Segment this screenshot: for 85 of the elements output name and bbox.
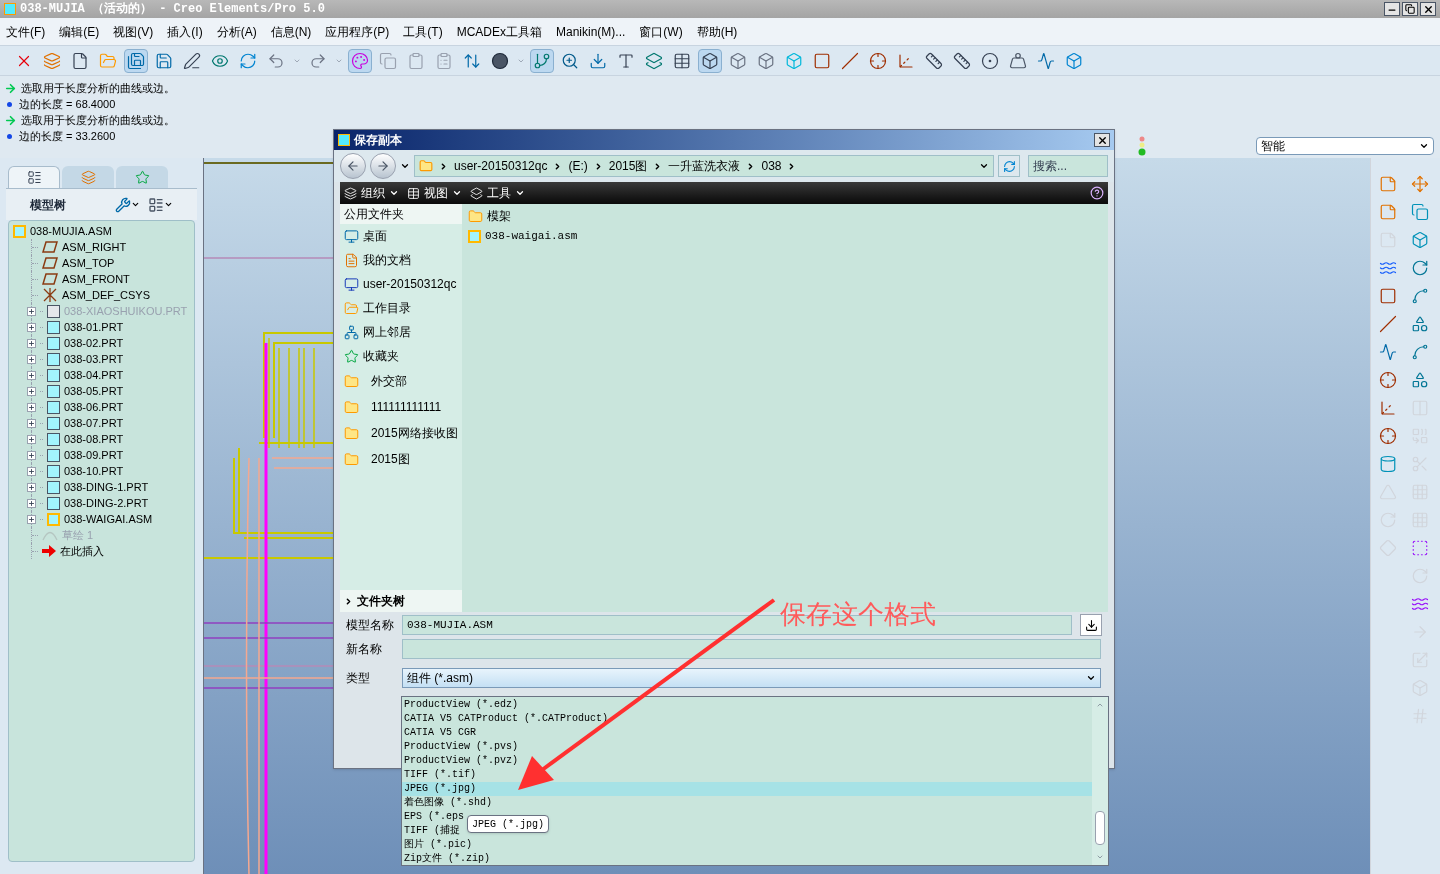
type-option[interactable]: 图片 (*.pic)	[402, 838, 474, 852]
tree-item[interactable]: 038-06.PRT	[64, 398, 124, 416]
tooltip: JPEG (*.jpg)	[467, 815, 549, 833]
places-item[interactable]: 工作目录	[340, 296, 462, 320]
field-label: 类型	[346, 670, 371, 687]
tree-item[interactable]: 038-DING-2.PRT	[64, 494, 149, 512]
command-button[interactable]: 工具	[470, 184, 525, 202]
places-item[interactable]: 外交部	[340, 368, 462, 394]
tree-item[interactable]: 038-01.PRT	[64, 318, 124, 336]
file-item[interactable]: 模架	[468, 206, 1108, 226]
dropdown-value: 组件 (*.asm)	[407, 670, 473, 687]
panel-title: 模型树	[30, 196, 66, 214]
places-item[interactable]: 收藏夹	[340, 344, 462, 368]
type-option[interactable]: TIFF (*.tif)	[402, 768, 478, 782]
tree-item[interactable]: ASM_DEF_CSYS	[62, 286, 151, 304]
filter-dropdown[interactable]: 智能	[1256, 137, 1434, 155]
tree-item[interactable]: 038-WAIGAI.ASM	[64, 510, 153, 528]
places-item[interactable]: 我的文档	[340, 248, 462, 272]
menu-item[interactable]: 工具(T)	[403, 22, 443, 41]
breadcrumb[interactable]: 一升蓝洗衣液	[668, 157, 741, 175]
places-item[interactable]: 2015图	[340, 446, 462, 472]
breadcrumb[interactable]: (E:)	[568, 157, 588, 175]
type-option[interactable]: 着色图像 (*.shd)	[402, 796, 494, 810]
command-button[interactable]: 视图	[407, 184, 462, 202]
type-option[interactable]: ProductView (*.pvs)	[402, 740, 521, 754]
menu-item[interactable]: Manikin(M)...	[556, 22, 626, 41]
tree-item[interactable]: 038-03.PRT	[64, 350, 124, 368]
tree-item[interactable]: 038-05.PRT	[64, 382, 124, 400]
breadcrumb[interactable]: user-20150312qc	[454, 157, 548, 175]
folder-tree-toggle[interactable]: 文件夹树	[340, 590, 462, 612]
field-label: 模型名称	[346, 617, 394, 634]
menu-item[interactable]: 应用程序(P)	[325, 22, 390, 41]
message-text: 选取用于长度分析的曲线或边。	[21, 112, 175, 128]
tree-item[interactable]: 038-DING-1.PRT	[64, 478, 149, 496]
places-header: 公用文件夹	[340, 204, 462, 224]
tree-item[interactable]: ASM_FRONT	[62, 270, 130, 288]
message-text: 选取用于长度分析的曲线或边。	[21, 80, 175, 96]
places-item[interactable]: 网上邻居	[340, 320, 462, 344]
field-label: 新名称	[346, 641, 383, 658]
toggle-label: 文件夹树	[357, 593, 405, 610]
menu-item[interactable]: 分析(A)	[216, 22, 257, 41]
menu-item[interactable]: 窗口(W)	[639, 22, 683, 41]
tree-item[interactable]: ASM_TOP	[62, 254, 115, 272]
menu-item[interactable]: MCADEx工具箱	[456, 22, 542, 41]
command-label: 视图	[424, 185, 448, 202]
address-bar[interactable]: user-20150312qc (E:) 2015图 一升蓝洗衣液 038	[414, 155, 994, 177]
menu-item[interactable]: 编辑(E)	[59, 22, 100, 41]
tree-item[interactable]: 038-10.PRT	[64, 462, 124, 480]
type-option[interactable]: CATIA V5 CATProduct (*.CATProduct)	[402, 712, 611, 726]
command-button[interactable]: 组织	[344, 184, 399, 202]
tree-item[interactable]: 038-MUJIA.ASM	[30, 222, 112, 240]
breadcrumb[interactable]: 038	[761, 157, 782, 175]
type-option[interactable]: TIFF (捕捉	[402, 824, 462, 838]
menu-item[interactable]: 信息(N)	[270, 22, 312, 41]
places-item[interactable]: 桌面	[340, 224, 462, 248]
type-option[interactable]: EPS (*.eps	[402, 810, 466, 824]
search-field[interactable]: 搜索...	[1028, 155, 1108, 177]
message-text: 边的长度 = 68.4000	[19, 96, 116, 112]
places-item[interactable]: user-20150312qc	[340, 272, 462, 296]
places-item[interactable]: 2015网络接收图	[340, 420, 462, 446]
tree-item[interactable]: 038-02.PRT	[64, 334, 124, 352]
tree-item[interactable]: ASM_RIGHT	[62, 238, 127, 256]
command-label: 组织	[361, 185, 385, 202]
window-title: 038-MUJIA （活动的） - Creo Elements/Pro 5.0	[20, 1, 325, 18]
type-option[interactable]: ProductView (*.edz)	[402, 698, 521, 712]
type-option[interactable]: JPEG (*.jpg)	[402, 782, 1092, 796]
tree-item[interactable]: 038-04.PRT	[64, 366, 124, 384]
breadcrumb[interactable]: 2015图	[608, 157, 648, 175]
tree-item[interactable]: 在此插入	[60, 542, 104, 560]
menu-item[interactable]: 插入(I)	[167, 22, 203, 41]
type-option[interactable]: ProductView (*.pvz)	[402, 754, 521, 768]
menu-item[interactable]: 文件(F)	[6, 22, 46, 41]
type-dropdown[interactable]: 组件 (*.asm)	[402, 668, 1101, 688]
message-text: 边的长度 = 33.2600	[19, 128, 116, 144]
command-label: 工具	[487, 185, 511, 202]
file-item[interactable]: 038-waigai.asm	[468, 226, 1108, 246]
dialog-title: 保存副本	[354, 132, 402, 149]
menu-item[interactable]: 帮助(H)	[696, 22, 738, 41]
type-option[interactable]: CATIA V5 CGR	[402, 726, 478, 740]
places-item[interactable]: 111111111111	[340, 394, 462, 420]
menu-item[interactable]: 视图(V)	[113, 22, 154, 41]
type-option[interactable]: Zip文件 (*.zip)	[402, 852, 492, 866]
tree-item[interactable]: 038-07.PRT	[64, 414, 124, 432]
tree-item[interactable]: 038-08.PRT	[64, 430, 124, 448]
tree-item[interactable]: 038-09.PRT	[64, 446, 124, 464]
